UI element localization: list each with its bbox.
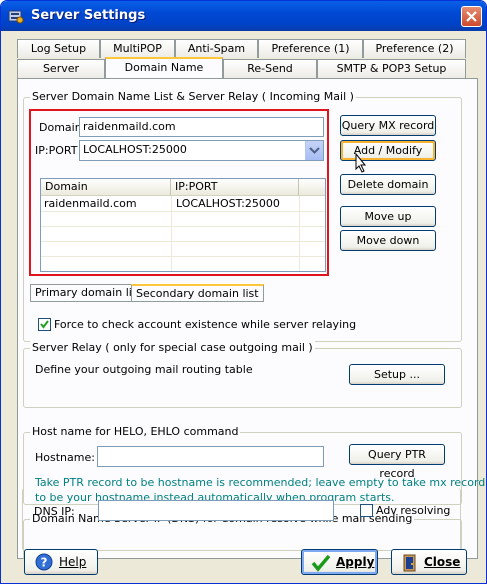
apply-label: Apply [336,555,375,569]
relay-setup-button[interactable]: Setup ... [349,364,445,385]
help-label: Help [59,555,87,569]
list-header: Domain IP:PORT [41,179,325,196]
query-mx-record-button[interactable]: Query MX record [340,115,436,136]
domain-list[interactable]: Domain IP:PORT raidenmaild.com LOCALHOST… [40,178,326,272]
ipport-label: IP:PORT [35,144,78,157]
relay-description: Define your outgoing mail routing table [35,363,253,376]
domain-input[interactable]: raidenmaild.com [79,117,324,137]
column-domain[interactable]: Domain [41,179,171,195]
domain-group-label: Server Domain Name List & Server Relay (… [30,90,356,103]
door-exit-icon [403,554,416,572]
title-bar[interactable]: Server Settings [1,1,486,31]
force-check-label: Force to check account existence while s… [54,318,357,331]
tab-re-send[interactable]: Re-Send [223,59,317,78]
checkmark-icon [40,320,49,329]
query-ptr-record-button[interactable]: Query PTR record [349,444,445,480]
tab-preference-2[interactable]: Preference (2) [363,39,466,58]
help-button[interactable]: ? Help [24,549,98,575]
delete-domain-button[interactable]: Delete domain [340,174,436,195]
svg-text:?: ? [41,556,48,570]
tab-secondary-domain-list[interactable]: Secondary domain list [131,284,264,302]
move-down-button[interactable]: Move down [340,230,436,251]
tab-primary-domain-list[interactable]: Primary domain list [30,284,147,302]
ipport-value: LOCALHOST:25000 [83,143,187,156]
hostname-label: Hostname: [35,451,95,464]
tab-server[interactable]: Server [17,59,105,78]
hostname-input[interactable] [97,446,324,467]
help-icon: ? [35,553,53,571]
adv-resolving-checkbox[interactable] [360,504,373,517]
dns-group-body: DNS IP: Adv resolving [22,488,461,551]
force-check-checkbox[interactable] [38,318,51,331]
tab-log-setup[interactable]: Log Setup [17,39,100,58]
dns-ip-label: DNS IP: [34,505,75,518]
domain-group: Server Domain Name List & Server Relay (… [23,90,462,342]
server-settings-window: Server Settings Log Setup MultiPOP Anti-… [0,0,487,584]
tab-smtp-pop3-setup[interactable]: SMTP & POP3 Setup [317,59,466,78]
domain-label: Domain [39,121,82,134]
column-ipport[interactable]: IP:PORT [171,179,299,195]
chevron-down-icon [309,147,320,154]
checkmark-apply-icon [311,554,331,572]
row-ipport: LOCALHOST:25000 [176,197,280,210]
row-domain: raidenmaild.com [44,197,137,210]
dns-ip-input[interactable] [98,500,334,521]
relay-group-label: Server Relay ( only for special case out… [30,341,315,354]
close-window-button[interactable] [461,6,482,27]
app-icon [8,10,24,24]
close-button[interactable]: Close [391,549,467,575]
relay-group: Server Relay ( only for special case out… [23,341,462,408]
tab-multipop[interactable]: MultiPOP [100,39,175,58]
tab-panel: Server Domain Name List & Server Relay (… [17,78,485,560]
close-icon [466,11,477,22]
dropdown-arrow-button[interactable] [305,141,323,160]
apply-button[interactable]: Apply [301,549,378,575]
adv-resolving-label: Adv resolving [376,504,451,517]
dialog-client: Log Setup MultiPOP Anti-Spam Preference … [5,31,485,580]
tab-anti-spam[interactable]: Anti-Spam [175,39,258,58]
close-label: Close [424,555,461,569]
ipport-combobox[interactable]: LOCALHOST:25000 [79,140,324,161]
window-title: Server Settings [31,8,146,23]
mouse-cursor-icon [355,153,367,173]
tab-preference-1[interactable]: Preference (1) [258,39,363,58]
move-up-button[interactable]: Move up [340,206,436,227]
hostname-group-label: Host name for HELO, EHLO command [30,425,241,438]
tab-domain-name[interactable]: Domain Name [105,57,223,78]
